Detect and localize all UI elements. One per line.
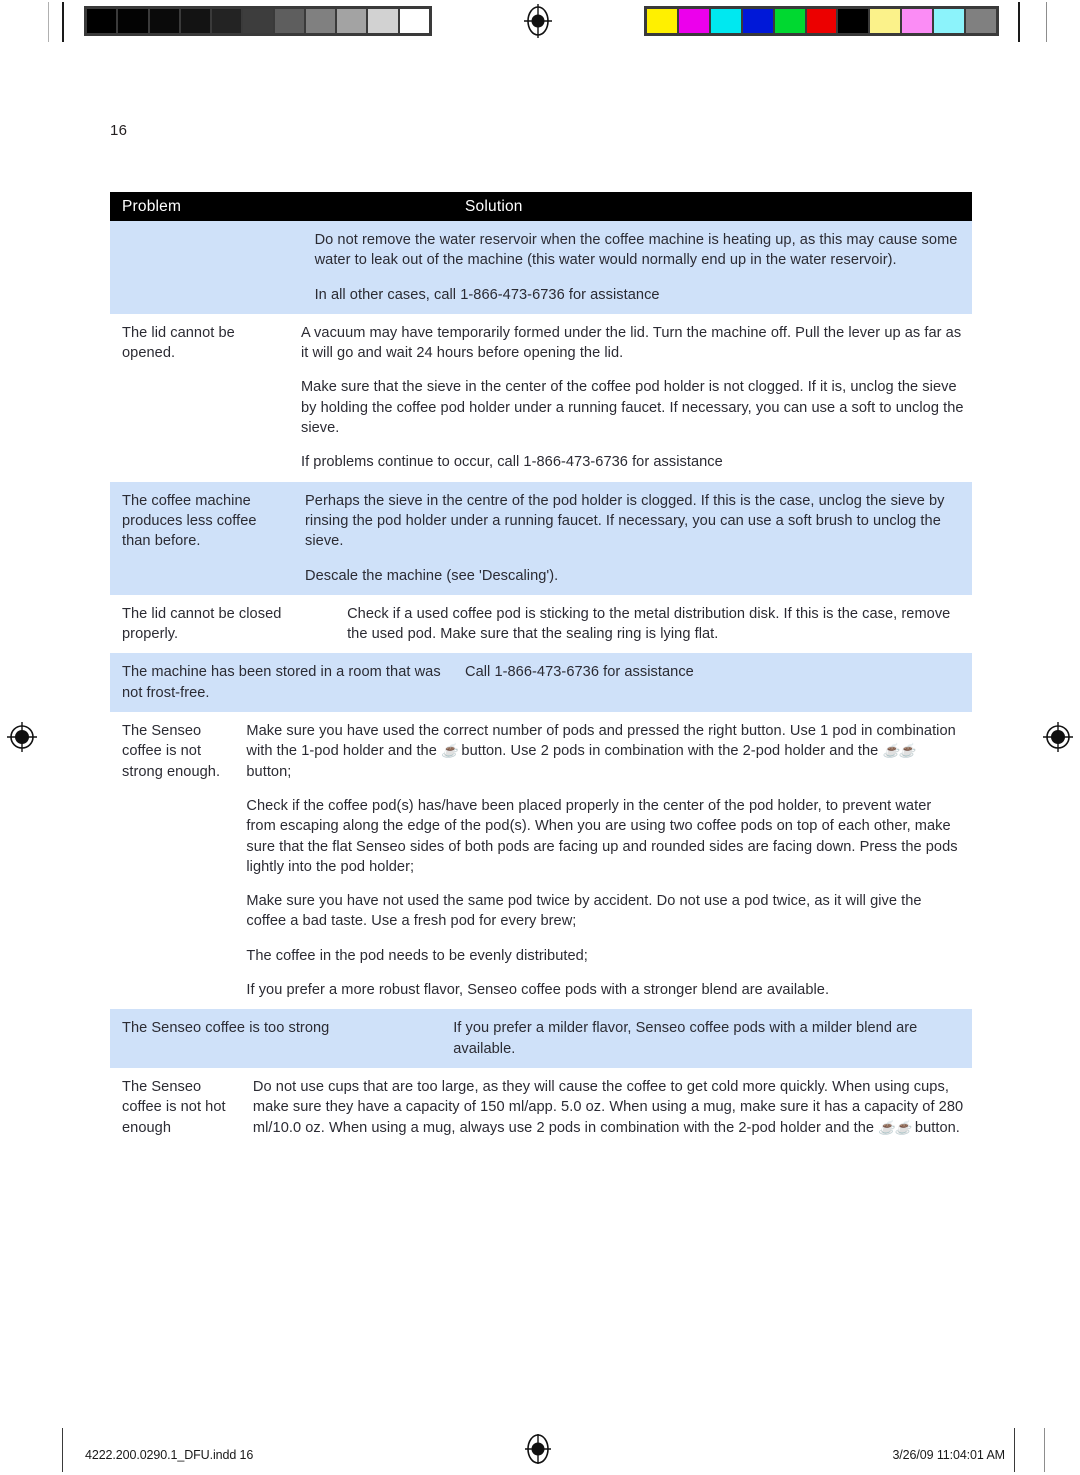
- problem-text: The machine has been stored in a room th…: [122, 664, 441, 701]
- calibration-swatch: [368, 9, 398, 33]
- calibration-swatch: [87, 9, 117, 33]
- solution-text: Descale the machine (see 'Descaling').: [305, 567, 559, 584]
- calibration-swatch: [678, 9, 709, 33]
- coffee-cup-button-icon: ☕☕: [878, 1119, 911, 1135]
- solution-cell: Call 1-866-473-6736 for assistance: [455, 653, 972, 691]
- table-row: Do not remove the water reservoir when t…: [110, 221, 972, 314]
- calibration-swatch: [966, 9, 996, 33]
- solution-cell: Make sure you have used the correct numb…: [236, 712, 972, 1009]
- calibration-swatch: [274, 9, 304, 33]
- solution-cell: Do not use cups that are too large, as t…: [243, 1068, 972, 1147]
- color-calibration-strip: [644, 6, 999, 36]
- calibration-swatch: [742, 9, 773, 33]
- solution-text: Call 1-866-473-6736 for assistance: [465, 664, 694, 681]
- calibration-swatch: [149, 9, 179, 33]
- problem-cell: The lid cannot be closed properly.: [110, 595, 337, 654]
- problem-text: The lid cannot be closed properly.: [122, 605, 282, 643]
- table-row: The lid cannot be closed properly. Check …: [110, 594, 972, 654]
- calibration-swatch: [870, 9, 901, 33]
- grayscale-calibration-strip: [84, 6, 432, 36]
- solution-text: In all other cases, call 1-866-473-6736 …: [314, 286, 660, 303]
- crop-mark-top-left: [62, 2, 64, 42]
- solution-text: Check if the coffee pod(s) has/have been…: [246, 797, 958, 875]
- table-row: The lid cannot be opened. A vacuum may ha…: [110, 313, 972, 482]
- problem-text: The coffee machine produces less coffee …: [122, 492, 257, 550]
- registration-target-left: [5, 720, 39, 754]
- solution-cell: If you prefer a milder flavor, Senseo co…: [443, 1009, 972, 1068]
- problem-cell: The coffee machine produces less coffee …: [110, 482, 295, 561]
- crop-mark-top-left-thin: [48, 2, 49, 42]
- solution-text: Do not remove the water reservoir when t…: [314, 232, 958, 269]
- solution-text: Make sure that the sieve in the center o…: [300, 379, 964, 437]
- coffee-cup-button-icon: ☕☕: [882, 743, 916, 759]
- solution-text: Perhaps the sieve in the centre of the p…: [305, 492, 945, 550]
- scanned-manual-page: { "print_marks": { "grayscale_swatches":…: [0, 0, 1080, 1475]
- table-row: The coffee machine produces less coffee …: [110, 481, 972, 595]
- footer-rule-right-thin: [1044, 1428, 1045, 1472]
- solution-text: The coffee in the pod needs to be evenly…: [246, 947, 588, 964]
- problem-cell: [110, 221, 305, 239]
- crop-mark-top-right: [1018, 2, 1020, 42]
- table-row: The Senseo coffee is not strong enough. M…: [110, 712, 972, 1010]
- registration-target-bottom: [521, 1432, 555, 1466]
- crop-mark-top-right-thin: [1046, 2, 1047, 42]
- calibration-swatch: [243, 9, 273, 33]
- column-header-solution: Solution: [465, 197, 523, 215]
- page-number: 16: [110, 122, 128, 139]
- footer-rule-right: [1014, 1428, 1015, 1472]
- calibration-swatch: [710, 9, 741, 33]
- problem-cell: The machine has been stored in a room th…: [110, 653, 455, 712]
- coffee-cup-button-icon: ☕: [441, 743, 458, 759]
- solution-text: Make sure you have not used the same pod…: [246, 893, 922, 930]
- calibration-swatch: [838, 9, 869, 33]
- problem-text: The Senseo coffee is too strong: [122, 1020, 330, 1037]
- column-header-problem: Problem: [122, 197, 182, 215]
- calibration-swatch: [647, 9, 677, 33]
- problem-text: The Senseo coffee is not hot enough: [122, 1078, 226, 1136]
- table-body: Do not remove the water reservoir when t…: [110, 221, 972, 1147]
- calibration-swatch: [774, 9, 805, 33]
- table-header-row: Problem Solution: [110, 192, 972, 221]
- solution-text: If you prefer a milder flavor, Senseo co…: [453, 1020, 918, 1057]
- problem-cell: The Senseo coffee is not hot enough: [110, 1068, 243, 1147]
- solution-text: A vacuum may have temporarily formed und…: [300, 324, 962, 362]
- calibration-swatch: [337, 9, 367, 33]
- registration-target-top: [521, 4, 555, 38]
- footer-rule-left: [62, 1428, 63, 1472]
- calibration-swatch: [212, 9, 242, 33]
- calibration-swatch: [399, 9, 429, 33]
- solution-text: If problems continue to occur, call 1-86…: [300, 454, 723, 471]
- solution-text: Do not use cups that are too large, as t…: [252, 1078, 964, 1136]
- problem-text: The lid cannot be opened.: [122, 324, 235, 362]
- solution-cell: A vacuum may have temporarily formed und…: [291, 314, 972, 482]
- problem-cell: The Senseo coffee is too strong: [110, 1009, 443, 1047]
- solution-cell: Check if a used coffee pod is sticking t…: [337, 595, 972, 654]
- table-row: The Senseo coffee is too strong If you pr…: [110, 1009, 972, 1068]
- solution-text: Make sure you have used the correct numb…: [246, 723, 956, 780]
- solution-cell: Perhaps the sieve in the centre of the p…: [295, 482, 972, 595]
- calibration-swatch: [180, 9, 211, 33]
- calibration-swatch: [934, 9, 965, 33]
- calibration-swatch: [806, 9, 837, 33]
- calibration-swatch: [305, 9, 336, 33]
- problem-cell: The lid cannot be opened.: [110, 314, 291, 373]
- problem-cell: The Senseo coffee is not strong enough.: [110, 712, 236, 791]
- solution-text: If you prefer a more robust flavor, Sens…: [246, 982, 830, 999]
- problem-text: The Senseo coffee is not strong enough.: [122, 723, 221, 780]
- calibration-swatch: [118, 9, 148, 33]
- solution-text: Check if a used coffee pod is sticking t…: [347, 605, 951, 643]
- footer-filename: 4222.200.0290.1_DFU.indd 16: [85, 1448, 254, 1462]
- table-row: The Senseo coffee is not hot enough Do no…: [110, 1067, 972, 1147]
- registration-target-right: [1041, 720, 1075, 754]
- troubleshooting-table: Problem Solution Do not remove the water…: [110, 192, 972, 1147]
- solution-cell: Do not remove the water reservoir when t…: [305, 221, 972, 314]
- table-row: The machine has been stored in a room th…: [110, 653, 972, 713]
- footer-timestamp: 3/26/09 11:04:01 AM: [892, 1448, 1005, 1462]
- calibration-swatch: [902, 9, 933, 33]
